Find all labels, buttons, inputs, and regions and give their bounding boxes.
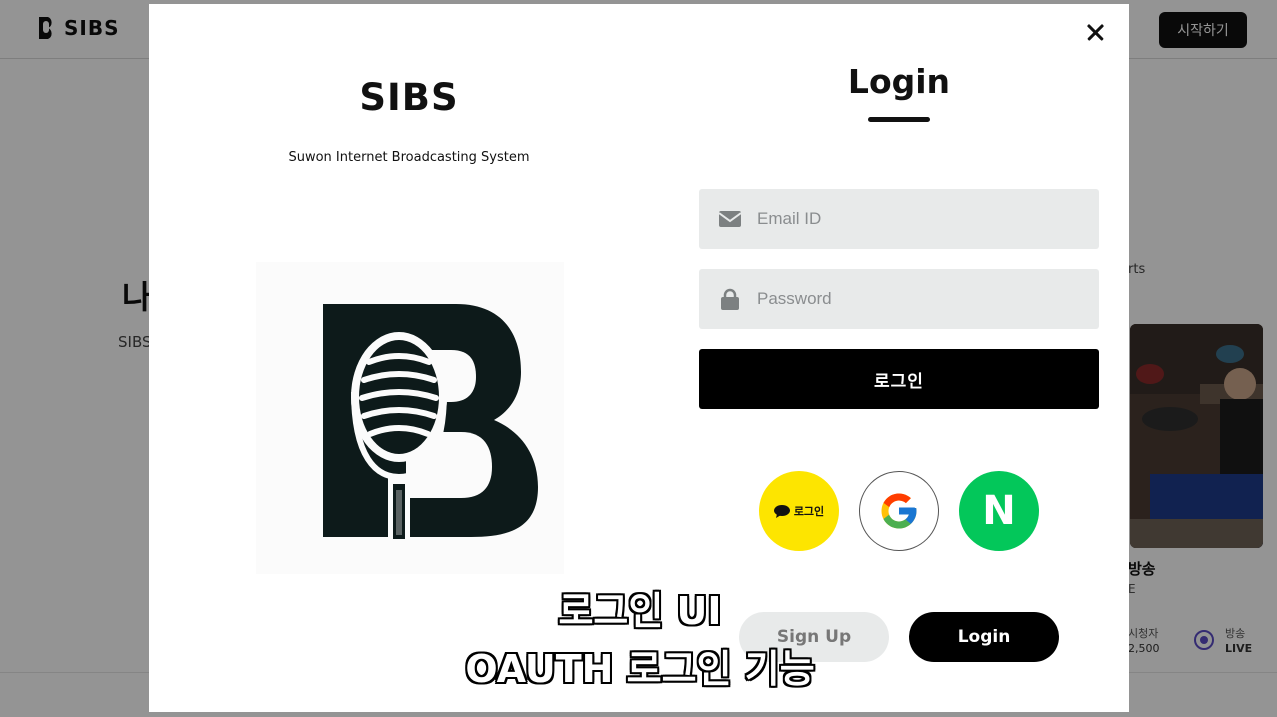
- login-title: Login: [847, 62, 951, 101]
- microphone-logo: [256, 262, 564, 574]
- brand-title: SIBS: [359, 76, 459, 119]
- password-input[interactable]: [757, 269, 1087, 329]
- email-field[interactable]: [699, 189, 1099, 249]
- login-button[interactable]: Login: [909, 612, 1059, 662]
- kakao-login-content: 로그인: [773, 503, 825, 519]
- brand-subtitle: Suwon Internet Broadcasting System: [288, 150, 530, 165]
- kakao-login-label: 로그인: [793, 505, 825, 518]
- close-icon[interactable]: [1084, 21, 1108, 45]
- logo-illustration: [323, 304, 538, 539]
- naver-icon: N: [982, 488, 1016, 534]
- google-login-button[interactable]: [859, 471, 939, 551]
- password-field[interactable]: [699, 269, 1099, 329]
- caption-line-2: OAUTH 로그인 기능: [465, 647, 815, 691]
- video-caption: 로그인 UI OAUTH 로그인 기능: [380, 582, 900, 698]
- kakao-login-button[interactable]: 로그인: [759, 471, 839, 551]
- login-title-underline: [868, 117, 930, 122]
- caption-line-1: 로그인 UI: [558, 589, 722, 633]
- login-submit-button[interactable]: 로그인: [699, 349, 1099, 409]
- kakao-chat-icon: [773, 504, 790, 518]
- lock-icon: [721, 288, 739, 310]
- google-icon: [881, 493, 917, 529]
- naver-login-button[interactable]: N: [959, 471, 1039, 551]
- email-input[interactable]: [757, 189, 1087, 249]
- envelope-icon: [719, 211, 741, 227]
